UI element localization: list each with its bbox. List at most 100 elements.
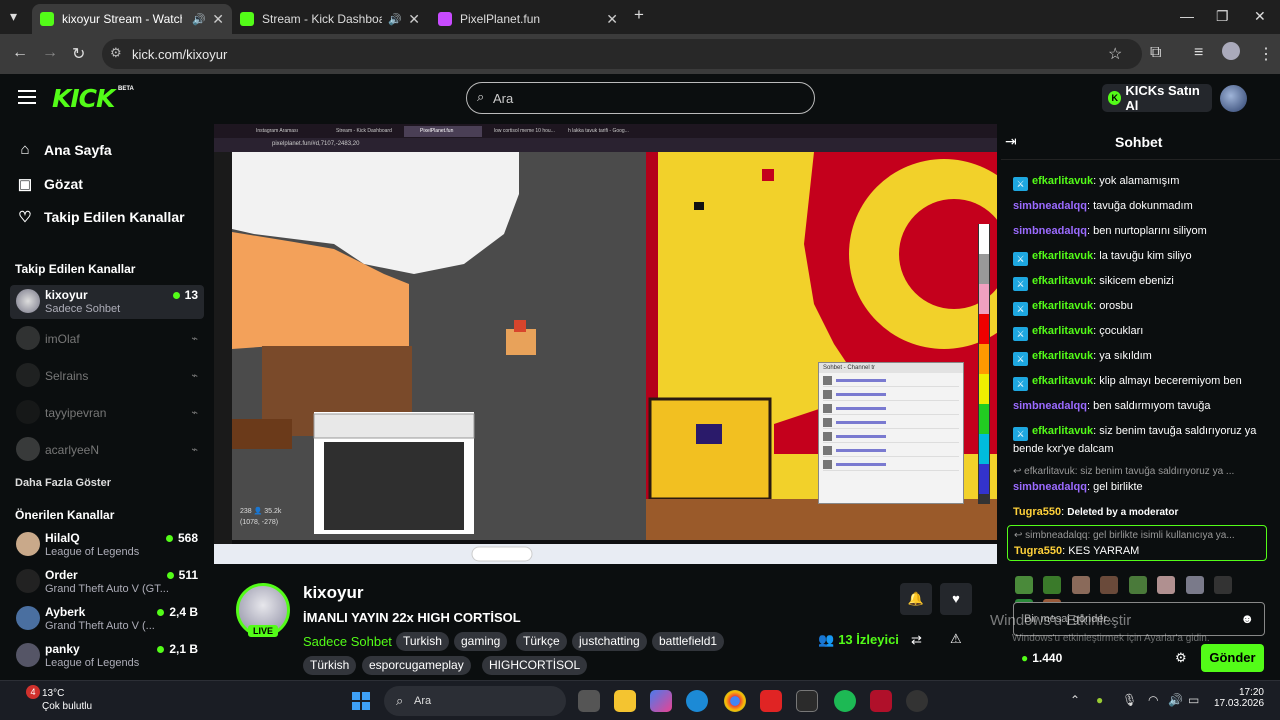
close-tab-icon[interactable]: ✕ (408, 11, 420, 28)
followed-channel-selrains[interactable]: Selrains ⌁ (10, 359, 204, 393)
tray-chevron-icon[interactable]: ⌃ (1070, 693, 1080, 707)
clock[interactable]: 17:20 17.03.2026 (1214, 687, 1264, 709)
nav-browse[interactable]: ▣ Gözat (16, 175, 83, 193)
start-menu-icon[interactable] (352, 692, 370, 710)
spotify-icon[interactable] (834, 690, 856, 712)
followed-channels-title: Takip Edilen Kanallar (15, 262, 136, 276)
edge-icon[interactable] (686, 690, 708, 712)
tab-kick-stream[interactable]: kixoyur Stream - Watch Live 🔊 ✕ (32, 4, 232, 34)
tag[interactable]: Turkish (396, 632, 449, 651)
video-player[interactable]: Sohbet - Channel tr (1078, -278) 238 👤 3… (214, 124, 997, 564)
back-icon[interactable]: ← (12, 44, 28, 62)
followed-channel-kixoyur[interactable]: kixoyur Sadece Sohbet 13 (10, 285, 204, 319)
chat-message: simbneadalqq: tavuğa dokunmadım (1013, 200, 1193, 212)
followed-channel-imolaf[interactable]: imOlaf ⌁ (10, 322, 204, 356)
avatar (16, 400, 40, 424)
points-icon: ● (1021, 651, 1029, 665)
tab-pixelplanet[interactable]: PixelPlanet.fun ✕ (430, 4, 626, 34)
hamburger-menu-icon[interactable] (18, 90, 36, 104)
task-view-icon[interactable] (578, 690, 600, 712)
report-warning-icon[interactable]: ⚠ (950, 631, 962, 647)
recommended-channel-hilalq[interactable]: HilalQ League of Legends 568 (10, 528, 204, 562)
microphone-icon[interactable]: 🎙 (1122, 693, 1137, 707)
recommended-channel-order[interactable]: Order Grand Theft Auto V (GT... 511 (10, 565, 204, 599)
collapse-chat-icon[interactable]: ⇥ (1005, 133, 1017, 150)
share-icon[interactable]: ⇄ (911, 632, 922, 648)
minimize-icon[interactable]: — (1180, 8, 1194, 24)
tag[interactable]: Türkish (303, 656, 357, 675)
kick-logo[interactable]: KICK (52, 84, 115, 113)
live-badge: LIVE (248, 625, 279, 637)
tag[interactable]: battlefield1 (652, 632, 725, 651)
forward-icon[interactable]: → (42, 44, 58, 62)
tag[interactable]: justchatting (572, 632, 647, 651)
followed-channel-acarlyeen[interactable]: acarlyeeN ⌁ (10, 433, 204, 467)
channel-points[interactable]: ● 1.440 (1021, 651, 1062, 665)
maximize-icon[interactable]: ❐ (1216, 8, 1229, 25)
extensions-icon[interactable]: ⧉ (1150, 44, 1161, 62)
emote-icon[interactable] (1100, 576, 1119, 594)
tag[interactable]: HIGHCORTİSOL (482, 656, 588, 675)
reload-icon[interactable]: ↻ (72, 44, 85, 64)
stream-category[interactable]: Sadece Sohbet (303, 634, 392, 649)
speaker-icon[interactable]: 🔊 (192, 13, 206, 26)
browser-tab-bar: kixoyur Stream - Watch Live 🔊 ✕ Stream -… (0, 0, 1280, 34)
kick-favicon-icon (40, 12, 54, 26)
followed-channel-tayyipevran[interactable]: tayyipevran ⌁ (10, 396, 204, 430)
copilot-icon[interactable] (650, 690, 672, 712)
taskbar-search[interactable]: ⌕ Ara (384, 686, 566, 716)
app-icon[interactable] (870, 690, 892, 712)
notification-bell-button[interactable]: 🔔 (900, 583, 932, 615)
show-more-link[interactable]: Daha Fazla Göster (15, 477, 111, 489)
site-info-icon[interactable]: ⚙ (110, 45, 122, 61)
tray-app-icon[interactable]: ● (1096, 693, 1103, 707)
emote-icon[interactable] (1214, 576, 1233, 594)
buy-kicks-button[interactable]: K KICKs Satın Al (1102, 83, 1212, 113)
volume-icon[interactable]: 🔊 (1168, 693, 1183, 707)
tab-kick-dashboard[interactable]: Stream - Kick Dashboard 🔊 ✕ (232, 4, 428, 34)
url-input[interactable]: ⚙ kick.com/kixoyur (102, 39, 1142, 69)
battery-icon[interactable]: ▭ (1188, 693, 1199, 707)
close-tab-icon[interactable]: ✕ (212, 11, 224, 28)
emote-icon[interactable] (1157, 576, 1176, 594)
close-tab-icon[interactable]: ✕ (606, 11, 618, 28)
tab-search-icon[interactable]: ▾ (10, 8, 17, 25)
close-window-icon[interactable]: ✕ (1254, 8, 1266, 25)
office-icon[interactable] (760, 690, 782, 712)
bookmark-star-icon[interactable]: ☆ (1108, 44, 1122, 64)
tag[interactable]: gaming (454, 632, 508, 651)
profile-avatar-icon[interactable] (1222, 42, 1240, 60)
obs-icon[interactable] (906, 690, 928, 712)
media-control-icon[interactable]: ≡ (1194, 44, 1203, 62)
send-button[interactable]: Gönder (1201, 644, 1264, 672)
emote-icon[interactable] (1185, 576, 1204, 594)
chat-message: ⚔ efkarlitavuk: orosbu (1013, 298, 1271, 316)
tag[interactable]: esporcugameplay (362, 656, 471, 675)
wifi-icon[interactable]: ◠ (1148, 693, 1158, 707)
store-icon[interactable] (796, 690, 818, 712)
user-avatar[interactable] (1220, 85, 1247, 112)
chrome-icon[interactable] (724, 690, 746, 712)
emoji-picker-icon[interactable]: ☻ (1240, 611, 1254, 626)
tag[interactable]: Türkçe (516, 632, 567, 651)
follow-heart-button[interactable]: ♥ (940, 583, 972, 615)
file-explorer-icon[interactable] (614, 690, 636, 712)
chat-message: ⚔ efkarlitavuk: ya sıkıldım (1013, 348, 1271, 366)
viewers-icon: 👥 (818, 632, 835, 647)
emote-icon[interactable] (1043, 576, 1062, 594)
nav-following[interactable]: ♡ Takip Edilen Kanallar (16, 208, 184, 226)
emote-icon[interactable] (1128, 576, 1147, 594)
menu-dots-icon[interactable]: ⋮ (1258, 44, 1274, 64)
streamer-name[interactable]: kixoyur (303, 583, 363, 603)
new-tab-button[interactable]: + (634, 5, 644, 25)
nav-home[interactable]: ⌂ Ana Sayfa (16, 141, 111, 158)
chat-settings-gear-icon[interactable]: ⚙ (1175, 650, 1187, 666)
emote-icon[interactable] (1071, 576, 1090, 594)
speaker-icon[interactable]: 🔊 (388, 13, 402, 26)
recommended-channel-panky[interactable]: panky League of Legends 2,1 B (10, 639, 204, 673)
embedded-chat-window: Sohbet - Channel tr (818, 362, 964, 504)
recommended-channel-ayberk[interactable]: Ayberk Grand Theft Auto V (... 2,4 B (10, 602, 204, 636)
sidebar: ⌂ Ana Sayfa ▣ Gözat ♡ Takip Edilen Kanal… (0, 124, 212, 680)
search-input[interactable]: ⌕ Ara (466, 82, 815, 114)
emote-icon[interactable] (1015, 576, 1033, 594)
